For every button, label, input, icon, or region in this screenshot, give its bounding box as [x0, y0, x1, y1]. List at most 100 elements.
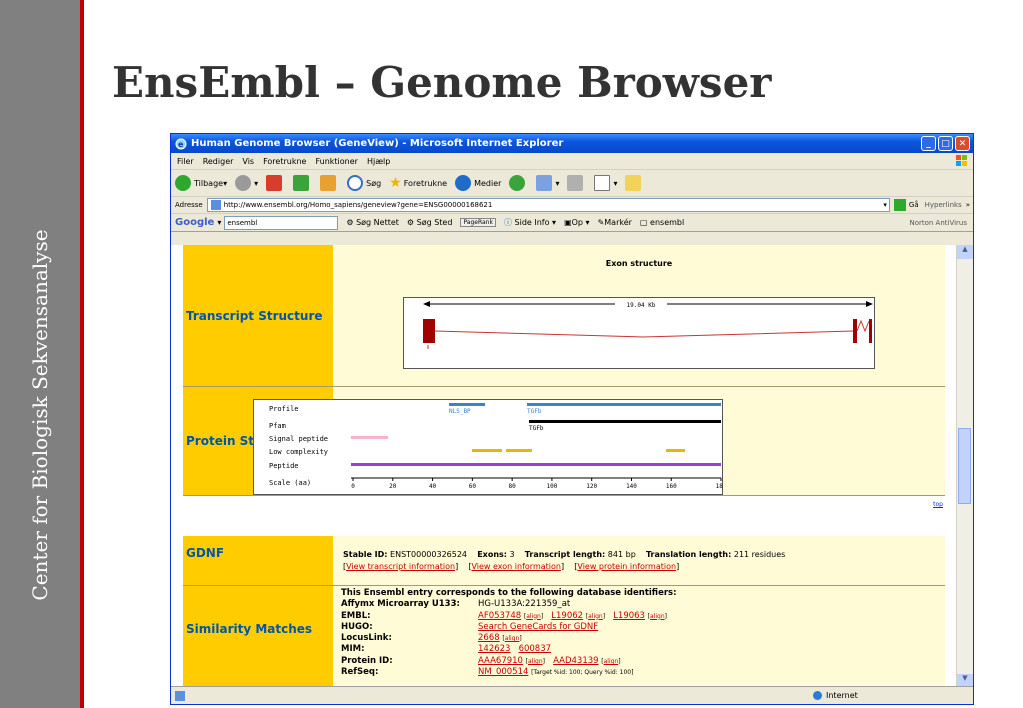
- locuslink-line: LocusLink: 2668 [align]: [341, 633, 522, 644]
- view-protein-link[interactable]: View protein information: [577, 562, 676, 571]
- track-signal: Signal peptide: [269, 435, 328, 443]
- google-search-input[interactable]: ensembl: [224, 215, 339, 230]
- forward-button[interactable]: ▾: [235, 175, 258, 191]
- page-info-button[interactable]: ⓘ Side Info ▾: [504, 217, 556, 228]
- stable-id-label: Stable ID:: [343, 550, 388, 559]
- search-site-button[interactable]: ⚙ Søg Sted: [407, 218, 453, 227]
- track-lowcomplexity: Low complexity: [269, 448, 328, 456]
- up-folder-icon: ▣: [564, 218, 572, 227]
- scroll-thumb[interactable]: [958, 428, 971, 504]
- stop-button[interactable]: [266, 175, 285, 191]
- svg-text:e: e: [178, 140, 184, 149]
- scale-label: 40: [429, 483, 437, 490]
- chevron-right-icon[interactable]: »: [966, 201, 970, 209]
- back-label: Tilbage: [194, 178, 224, 188]
- affymetrix-line: Affymx Microarray U133: HG-U133A:221359_a…: [341, 599, 677, 610]
- go-arrow-icon: [893, 199, 906, 211]
- chevron-down-icon[interactable]: ▾: [217, 218, 221, 227]
- exon-structure-diagram: 19.04 Kb: [403, 297, 875, 369]
- align-link[interactable]: align: [505, 635, 520, 642]
- slide-sidebar: Center for Biologisk Sekvensanalyse: [0, 0, 84, 708]
- print-button[interactable]: [567, 175, 586, 191]
- minimize-button[interactable]: _: [921, 136, 936, 151]
- star-icon: ★: [389, 175, 402, 191]
- locuslink-link[interactable]: 2668: [478, 633, 500, 643]
- search-web-button[interactable]: ⚙ Søg Nettet: [346, 218, 399, 227]
- embl-link-1[interactable]: AF053748: [478, 611, 521, 621]
- mim-label: MIM:: [341, 644, 365, 655]
- browser-window: e Human Genome Browser (GeneView) - Micr…: [170, 133, 974, 705]
- ensembl-term-button[interactable]: ▢ ensembl: [640, 218, 684, 227]
- exon-1: [423, 319, 435, 343]
- go-button[interactable]: Gå: [893, 199, 919, 211]
- google-logo: Google: [175, 217, 215, 228]
- align-link[interactable]: align: [588, 613, 603, 620]
- view-transcript-link[interactable]: View transcript information: [346, 562, 455, 571]
- scroll-up-icon[interactable]: ▲: [957, 245, 973, 259]
- view-exon-link[interactable]: View exon information: [471, 562, 560, 571]
- favorites-button[interactable]: ★ Foretrukne: [389, 175, 447, 191]
- up-button[interactable]: ▣Op ▾: [564, 218, 590, 227]
- gdnf-info: Stable ID: ENST00000326524 Exons: 3 Tran…: [343, 550, 786, 571]
- hyperlinks-button[interactable]: Hyperlinks: [925, 201, 962, 209]
- embl-link-3[interactable]: L19063: [613, 611, 645, 621]
- lowcomplexity-bar-3: [666, 449, 685, 452]
- mim-line: MIM: 142623 600837: [341, 644, 677, 655]
- embl-link-2[interactable]: L19062: [551, 611, 583, 621]
- word-button[interactable]: ▾: [594, 175, 617, 191]
- close-button[interactable]: ✕: [955, 136, 970, 151]
- history-button[interactable]: [509, 175, 528, 191]
- home-button[interactable]: [320, 175, 339, 191]
- maximize-button[interactable]: □: [938, 136, 953, 151]
- track-profile: Profile: [269, 405, 299, 413]
- menu-help[interactable]: Hjælp: [367, 157, 390, 166]
- slide-title: EnsEmbl – Genome Browser: [112, 58, 772, 107]
- protein-row: Protein Structure Profile Pfam Signal pe…: [183, 387, 945, 508]
- hugo-link[interactable]: Search GeneCards for GDNF: [478, 622, 598, 632]
- ie-icon: e: [175, 138, 187, 149]
- exon-3: [869, 319, 872, 343]
- vertical-scrollbar[interactable]: ▲ ▼: [956, 245, 973, 688]
- norton-antivirus[interactable]: Norton AntiVirus: [909, 219, 967, 227]
- menu-edit[interactable]: Rediger: [203, 157, 234, 166]
- google-toolbar: Google ▾ ensembl ⚙ Søg Nettet ⚙ Søg Sted …: [171, 214, 973, 232]
- scale-label: 0: [351, 483, 355, 490]
- mim-link-2[interactable]: 600837: [519, 644, 551, 654]
- folder-button[interactable]: [625, 175, 644, 191]
- scale-label: 80: [509, 483, 517, 490]
- back-button[interactable]: Tilbage ▾: [175, 175, 227, 191]
- mail-button[interactable]: ▾: [536, 175, 559, 191]
- menu-bar: Filer Rediger Vis Foretrukne Funktioner …: [171, 153, 973, 170]
- scale-label: 160: [666, 483, 677, 490]
- tgfb-profile-bar: [527, 403, 721, 406]
- top-link[interactable]: top: [933, 501, 943, 508]
- mail-icon: [536, 175, 553, 191]
- media-button[interactable]: Medier: [455, 175, 501, 191]
- folder-icon: [625, 175, 642, 191]
- refresh-button[interactable]: [293, 175, 312, 191]
- back-arrow-icon: [175, 175, 191, 191]
- align-link[interactable]: align: [604, 658, 619, 665]
- menu-favorites[interactable]: Foretrukne: [263, 157, 306, 166]
- menu-file[interactable]: Filer: [177, 157, 194, 166]
- highlight-button[interactable]: ✎Markér: [598, 218, 632, 227]
- refseq-link[interactable]: NM_000514: [478, 667, 528, 677]
- menu-tools[interactable]: Funktioner: [315, 157, 357, 166]
- address-input[interactable]: http://www.ensembl.org/Homo_sapiens/gene…: [206, 198, 890, 212]
- page-info-label: Side Info: [514, 218, 550, 227]
- sidebar-text: Center for Biologisk Sekvensanalyse: [28, 229, 52, 601]
- lowcomplexity-bar-2: [506, 449, 532, 452]
- address-dropdown-icon[interactable]: ▾: [883, 201, 887, 209]
- tgfb-pfam-bar: [529, 420, 721, 423]
- windows-flag-icon: [956, 155, 967, 166]
- mim-link-1[interactable]: 142623: [478, 644, 510, 654]
- search-button[interactable]: Søg: [347, 175, 381, 191]
- menu-view[interactable]: Vis: [242, 157, 254, 166]
- protein-id-link-1[interactable]: AAA67910: [478, 656, 523, 666]
- align-link[interactable]: align: [528, 658, 543, 665]
- protein-id-label: Protein ID:: [341, 655, 393, 666]
- align-link[interactable]: align: [526, 613, 541, 620]
- protein-id-link-2[interactable]: AAD43139: [553, 656, 598, 666]
- protein-frame: [253, 399, 723, 495]
- align-link[interactable]: align: [650, 613, 665, 620]
